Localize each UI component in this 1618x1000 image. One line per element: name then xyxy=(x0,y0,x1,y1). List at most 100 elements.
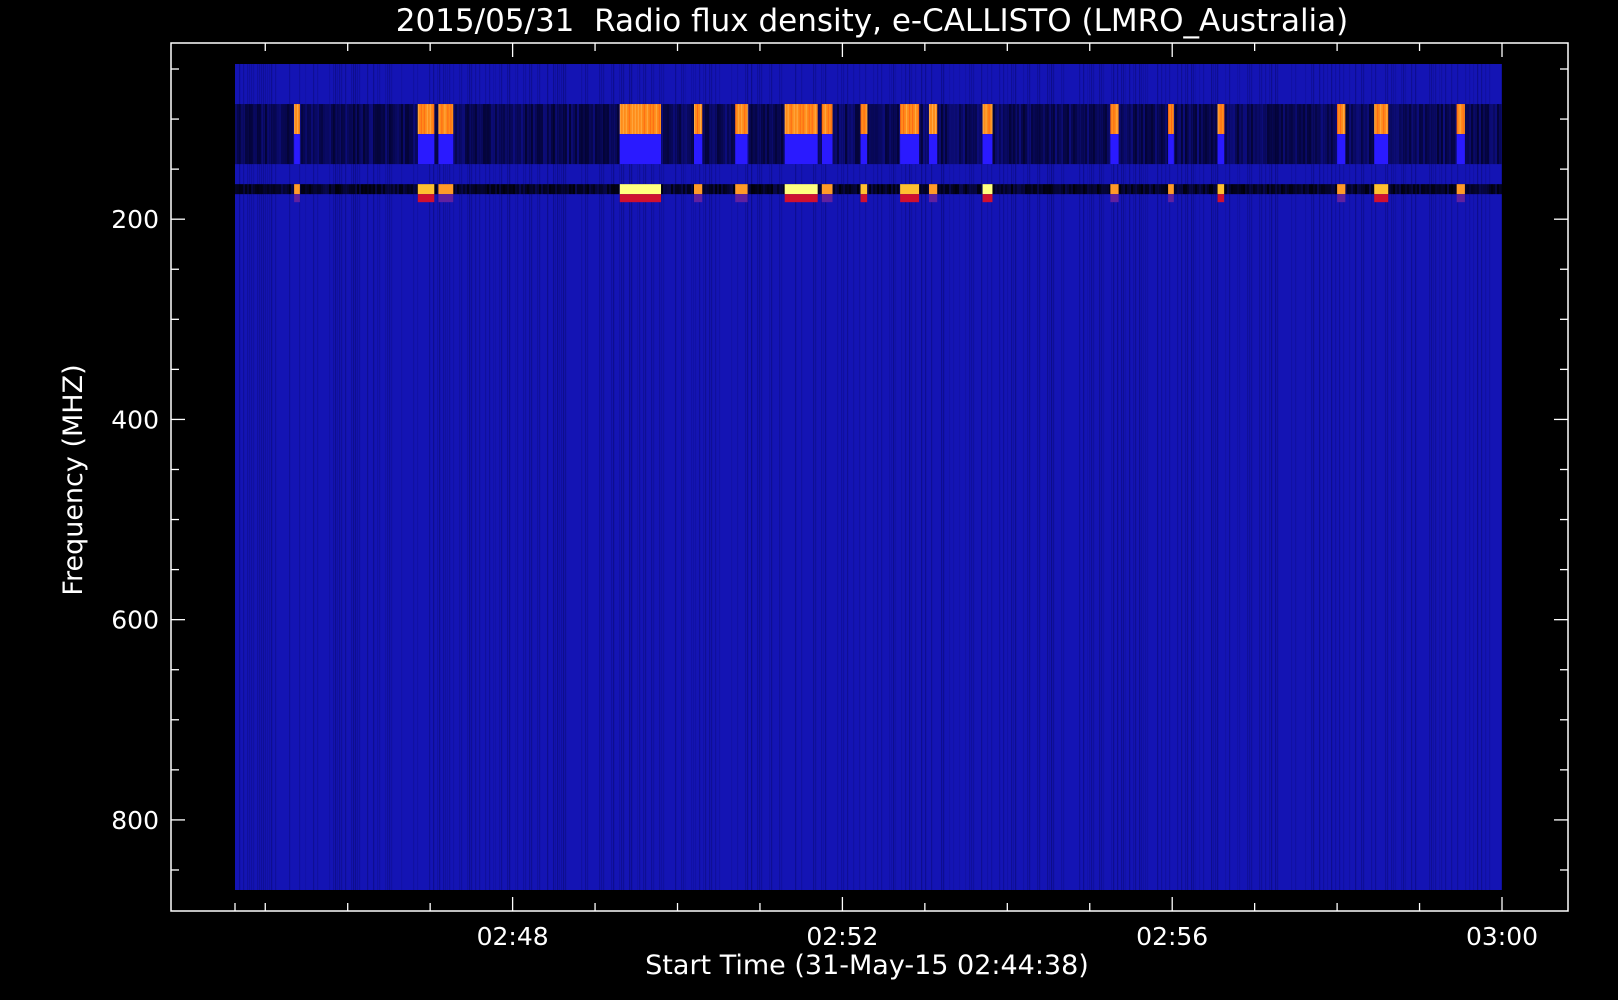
burst xyxy=(1217,104,1225,203)
narrow-line-cell xyxy=(513,184,515,195)
narrow-line-cell xyxy=(1077,184,1079,195)
narrow-line-cell xyxy=(1021,184,1023,195)
dark-band-cell xyxy=(535,104,537,165)
dark-band-cell xyxy=(1225,104,1227,165)
narrow-line-cell xyxy=(1203,184,1205,195)
dark-band-cell xyxy=(553,104,555,165)
dark-band-cell xyxy=(851,104,853,165)
burst-streak xyxy=(900,104,902,135)
burst-streak xyxy=(625,104,627,135)
narrow-line-cell xyxy=(255,184,257,195)
narrow-line-cell xyxy=(1125,184,1127,195)
dark-band-cell xyxy=(667,104,669,165)
narrow-line-cell xyxy=(593,184,595,195)
narrow-line-cell xyxy=(1369,184,1371,195)
burst-mid xyxy=(860,134,868,165)
dark-band-cell xyxy=(1091,104,1093,165)
dark-band-cell xyxy=(1047,104,1049,165)
narrow-line-cell xyxy=(1005,184,1007,195)
dark-band-cell xyxy=(1417,104,1419,165)
narrow-line-cell xyxy=(529,184,531,195)
narrow-line-cell xyxy=(881,184,883,195)
dark-band-cell xyxy=(341,104,343,165)
narrow-line-cell xyxy=(497,184,499,195)
dark-band-cell xyxy=(487,104,489,165)
dark-band-cell xyxy=(1369,104,1371,165)
dark-band-cell xyxy=(1409,104,1411,165)
narrow-line-cell xyxy=(253,184,255,195)
narrow-line-cell xyxy=(1185,184,1187,195)
narrow-line-cell xyxy=(1415,184,1417,195)
narrow-line-cell xyxy=(1409,184,1411,195)
dark-band-cell xyxy=(1035,104,1037,165)
narrow-line-cell xyxy=(483,184,485,195)
dark-band-cell xyxy=(561,104,563,165)
narrow-line-cell xyxy=(1277,184,1279,195)
narrow-line-cell xyxy=(867,184,869,195)
narrow-line-cell xyxy=(677,184,679,195)
dark-band-cell xyxy=(243,104,245,165)
burst-streak xyxy=(790,104,792,135)
dark-band-cell xyxy=(403,104,405,165)
dark-band-cell xyxy=(239,104,241,165)
dark-band-cell xyxy=(319,104,321,165)
burst xyxy=(1374,104,1389,203)
burst-mid xyxy=(900,134,920,165)
dark-band-cell xyxy=(587,104,589,165)
narrow-line-cell xyxy=(953,184,955,195)
burst-mid xyxy=(1217,134,1225,165)
dark-band-cell xyxy=(581,104,583,165)
narrow-line-cell xyxy=(675,184,677,195)
dark-band-cell xyxy=(757,104,759,165)
narrow-line-cell xyxy=(1227,184,1229,195)
dark-band-cell xyxy=(767,104,769,165)
dark-band-cell xyxy=(1055,104,1057,165)
narrow-line-cell xyxy=(1037,184,1039,195)
dark-band-cell xyxy=(1399,104,1401,165)
dark-band-cell xyxy=(977,104,979,165)
narrow-line-cell xyxy=(1401,184,1403,195)
narrow-line-cell xyxy=(1017,184,1019,195)
burst-mid xyxy=(1456,134,1465,165)
dark-band-cell xyxy=(1391,104,1393,165)
dark-band-cell xyxy=(995,104,997,165)
burst-streak xyxy=(1110,104,1112,135)
narrow-line-cell xyxy=(853,184,855,195)
dark-band-cell xyxy=(1081,104,1083,165)
dark-band-cell xyxy=(537,104,539,165)
narrow-line-cell xyxy=(1301,184,1303,195)
burst xyxy=(619,104,662,203)
burst-streak xyxy=(814,104,816,135)
dark-band-cell xyxy=(327,104,329,165)
dark-band-cell xyxy=(763,104,765,165)
dark-band-cell xyxy=(1453,104,1455,165)
narrow-line-cell xyxy=(369,184,371,195)
narrow-line-cell xyxy=(887,184,889,195)
narrow-line-cell xyxy=(589,184,591,195)
narrow-line-cell xyxy=(979,184,981,195)
dark-band-cell xyxy=(609,104,611,165)
narrow-line-cell xyxy=(357,184,359,195)
dark-band-cell xyxy=(689,104,691,165)
narrow-line-cell xyxy=(385,184,387,195)
dark-band-cell xyxy=(305,104,307,165)
dark-band-cell xyxy=(1473,104,1475,165)
narrow-line-cell xyxy=(409,184,411,195)
dark-band-cell xyxy=(943,104,945,165)
narrow-line-cell xyxy=(549,184,551,195)
narrow-line-cell xyxy=(1287,184,1289,195)
burst-line xyxy=(900,184,920,195)
narrow-line-cell xyxy=(961,184,963,195)
dark-band-cell xyxy=(1315,104,1317,165)
narrow-line-cell xyxy=(375,184,377,195)
narrow-line-cell xyxy=(323,184,325,195)
dark-band-cell xyxy=(1363,104,1365,165)
narrow-line-cell xyxy=(1101,184,1103,195)
narrow-line-cell xyxy=(1051,184,1053,195)
dark-band-cell xyxy=(435,104,437,165)
narrow-line-cell xyxy=(339,184,341,195)
dark-band-cell xyxy=(1285,104,1287,165)
dark-band-cell xyxy=(963,104,965,165)
dark-band-cell xyxy=(463,104,465,165)
dark-band-cell xyxy=(549,104,551,165)
